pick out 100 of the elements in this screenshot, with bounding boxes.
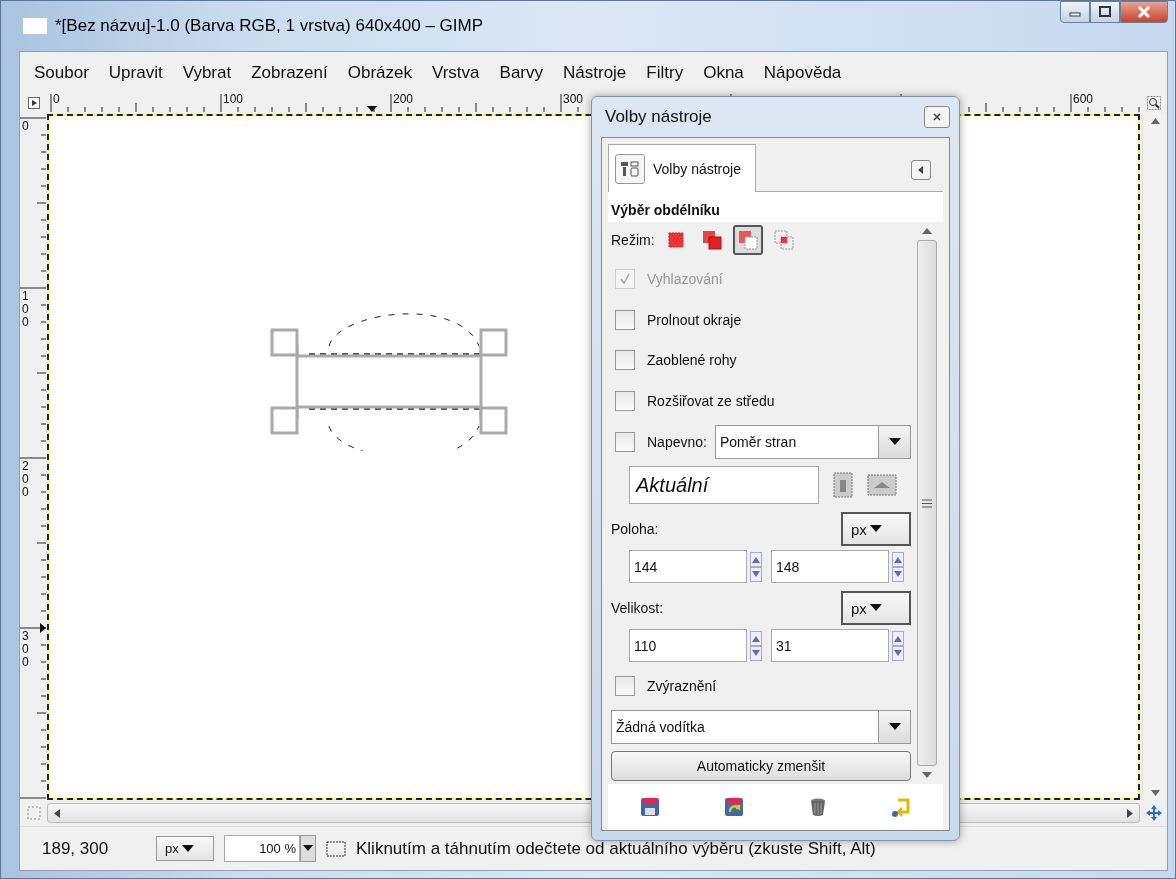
scroll-up-icon[interactable] <box>922 228 932 234</box>
mode-label: Režim: <box>611 232 655 248</box>
dropdown[interactable]: Poměr stran <box>714 424 911 459</box>
ruler-label: 600 <box>1073 93 1094 105</box>
menu-item[interactable]: Vybrat <box>172 63 242 83</box>
caret-icon <box>869 525 882 534</box>
tool-options-icon <box>615 153 645 184</box>
checkbox-label: Prolnout okraje <box>647 311 742 328</box>
auto-shrink-button[interactable]: Automaticky zmenšit <box>611 751 911 782</box>
menu-item[interactable]: Nápověda <box>753 63 852 83</box>
dropdown[interactable]: Žádná vodítka <box>611 710 911 745</box>
zoom-field[interactable]: 100 % <box>224 835 300 862</box>
ruler-label: 300 <box>563 93 584 105</box>
scroll-down-icon[interactable] <box>1150 790 1160 796</box>
checkbox[interactable] <box>615 676 635 697</box>
checkbox-label: Zaoblené rohy <box>647 352 737 369</box>
close-icon <box>1136 5 1152 19</box>
close-button[interactable] <box>924 106 950 128</box>
scroll-right-icon[interactable] <box>1127 808 1133 818</box>
save-button[interactable] <box>640 797 661 817</box>
menu-item[interactable]: Filtry <box>636 63 694 83</box>
caret-icon <box>181 844 194 853</box>
checkbox[interactable] <box>615 431 635 452</box>
checkbox-label: Zvýraznění <box>647 678 717 695</box>
spin-buttons-icon <box>750 551 762 582</box>
landscape-icon <box>867 474 897 497</box>
field-label: Poloha: <box>611 521 659 538</box>
checkbox-label: Napevno: <box>647 433 707 450</box>
number-field[interactable]: 144 <box>629 550 747 584</box>
zoom-icon <box>1146 96 1161 110</box>
selection-mode-button[interactable] <box>732 225 763 255</box>
delete-button[interactable] <box>808 797 827 817</box>
maximize-button[interactable] <box>1090 1 1120 23</box>
pointer-marker-icon <box>367 106 378 112</box>
four-way-arrow-icon <box>1144 804 1163 822</box>
ruler-label: 100 <box>22 290 30 330</box>
field-label: Velikost: <box>611 600 664 617</box>
portrait-button[interactable] <box>833 472 853 499</box>
dropdown-button[interactable] <box>300 835 316 862</box>
scrollbar-thumb[interactable] <box>917 240 937 766</box>
ruler-label: 0 <box>22 120 30 134</box>
scroll-left-icon[interactable] <box>54 808 60 818</box>
menu-item[interactable]: Barvy <box>489 63 553 83</box>
pointer-coordinates: 189, 300 <box>42 838 110 859</box>
unit-dropdown[interactable]: px <box>841 512 911 547</box>
caret-icon <box>888 437 901 446</box>
menu-item[interactable]: Soubor <box>24 63 99 83</box>
checkbox-label: Rozšiřovat ze středu <box>647 392 775 409</box>
reset-button[interactable] <box>890 797 911 817</box>
menu-item[interactable]: Okna <box>693 63 754 83</box>
intersect-squares-icon <box>772 229 795 251</box>
checkbox[interactable] <box>615 350 635 371</box>
spin-buttons-icon <box>750 630 762 661</box>
maximize-icon <box>1098 6 1112 18</box>
dialog-title: Volby nástroje <box>605 107 712 127</box>
ruler-label: 0 <box>53 93 60 105</box>
number-field[interactable]: 148 <box>771 550 889 584</box>
dashed-rectangle-icon <box>326 840 346 857</box>
scroll-up-icon[interactable] <box>1150 118 1160 124</box>
app-icon <box>23 18 47 34</box>
ruler-label: 300 <box>22 630 30 670</box>
spin-buttons-icon <box>892 551 904 582</box>
subtract-squares-icon <box>736 229 759 251</box>
menu-item[interactable]: Zobrazení <box>241 63 338 83</box>
minimize-button[interactable] <box>1060 1 1090 23</box>
ruler-label: 200 <box>22 460 30 500</box>
caret-icon <box>303 845 313 852</box>
number-field[interactable]: 31 <box>771 629 889 663</box>
close-icon <box>931 111 943 123</box>
close-button[interactable] <box>1120 1 1168 23</box>
status-message: Kliknutím a táhnutím odečtete od aktuálního výběru (zkuste Shift, Alt) <box>356 838 876 859</box>
unit-dropdown[interactable]: px <box>156 836 214 861</box>
landscape-button[interactable] <box>867 474 897 497</box>
checkbox[interactable] <box>615 390 635 411</box>
checkbox-label: Vyhlazování <box>647 270 723 287</box>
check-mark-icon <box>618 271 632 286</box>
trash-can-icon <box>808 797 827 817</box>
number-field[interactable]: 110 <box>629 629 747 663</box>
menu-item[interactable]: Nástroje <box>553 63 637 83</box>
ruler-label: 200 <box>393 93 414 105</box>
menu-item[interactable]: Upravit <box>98 63 173 83</box>
menu-item[interactable]: Vrstva <box>422 63 490 83</box>
preset-field[interactable]: Aktuální <box>629 466 819 505</box>
ruler-label: 100 <box>223 93 244 105</box>
dialog-tab[interactable]: Volby nástroje <box>608 144 756 192</box>
tab-label: Volby nástroje <box>653 160 741 177</box>
scroll-down-icon[interactable] <box>922 772 932 778</box>
pointer-marker-icon <box>40 623 46 633</box>
caret-icon <box>869 604 882 613</box>
spin-buttons-icon <box>892 630 904 661</box>
return-arrow-icon <box>890 797 911 817</box>
dashed-square-icon <box>26 806 41 820</box>
caret-icon <box>888 723 901 732</box>
grip-icon <box>922 498 932 508</box>
unit-dropdown[interactable]: px <box>841 591 911 626</box>
restore-button[interactable] <box>724 797 745 817</box>
checkbox[interactable] <box>615 309 635 330</box>
tab-menu-button[interactable] <box>911 160 931 180</box>
menu-item[interactable]: Obrázek <box>337 63 422 83</box>
window-title: *[Bez názvu]-1.0 (Barva RGB, 1 vrstva) 640x400 – GIMP <box>55 16 484 36</box>
